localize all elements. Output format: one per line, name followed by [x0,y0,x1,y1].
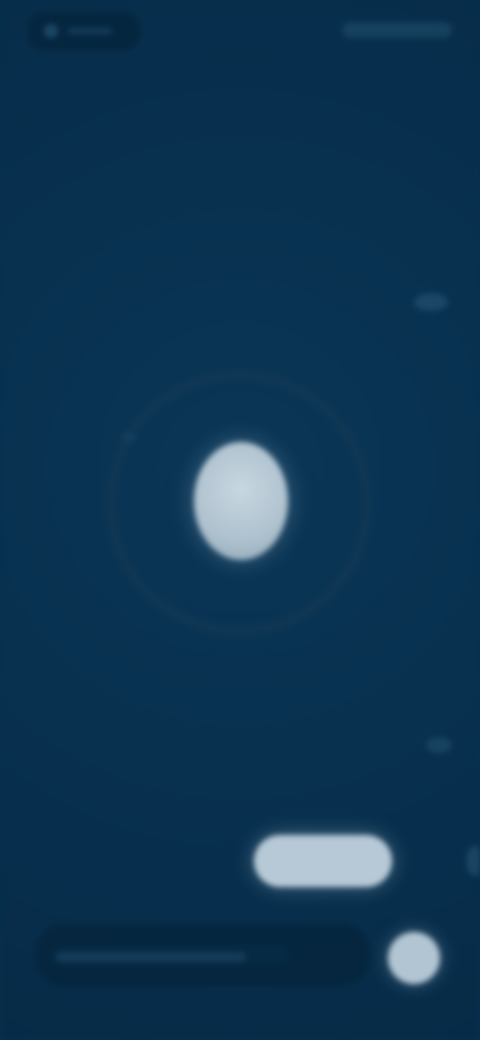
top-left-label [68,28,112,34]
background-dot-4 [466,846,480,876]
message-composer[interactable] [36,924,370,986]
primary-action-label [254,835,255,836]
send-icon [388,932,389,933]
back-icon [44,24,58,38]
send-button[interactable] [388,932,440,984]
app-screen [0,0,480,1040]
top-right-control[interactable] [342,22,452,38]
primary-action-button[interactable] [254,835,392,887]
center-status-text [0,0,1,1]
microphone-icon[interactable] [194,442,288,560]
composer-placeholder [56,952,246,962]
background-dot-3 [426,737,452,753]
background-dot-1 [414,293,448,311]
top-left-control[interactable] [28,12,140,50]
send-label [388,932,389,933]
